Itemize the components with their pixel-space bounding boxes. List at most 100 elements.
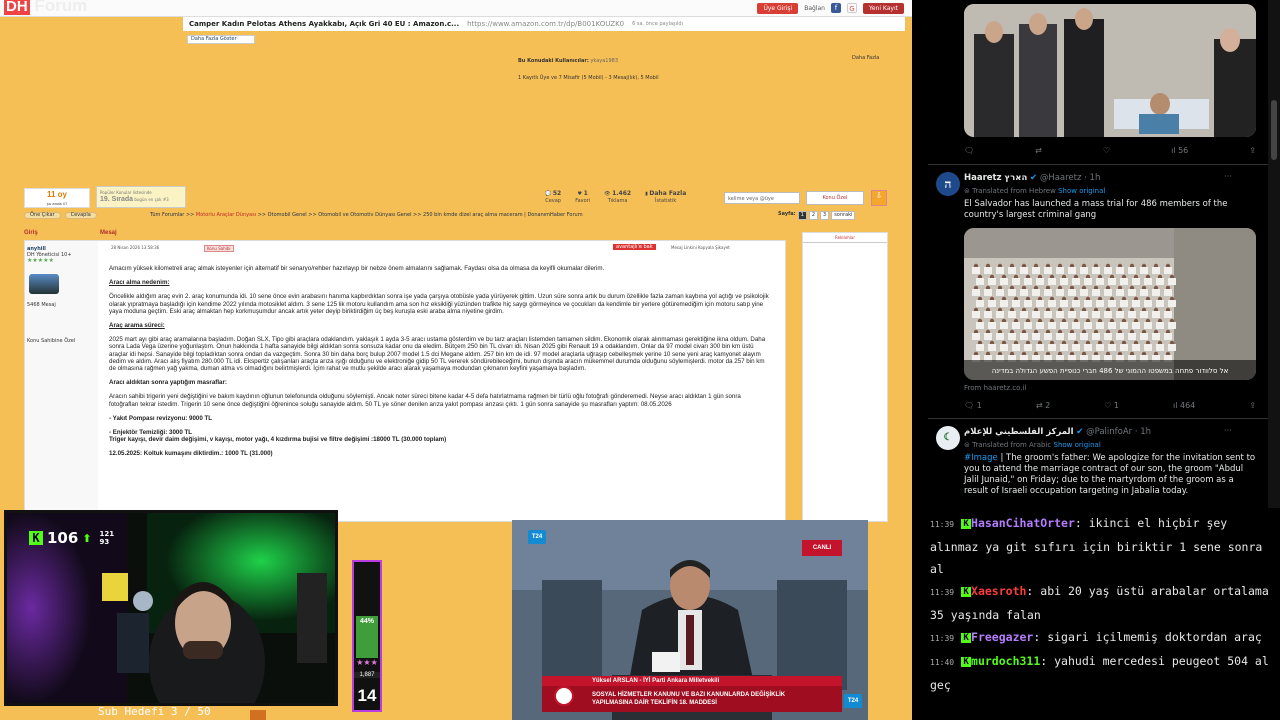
- inmate-figure: [1068, 267, 1076, 274]
- inmate-figure: [1008, 333, 1016, 340]
- inmate-figure: [1128, 267, 1136, 274]
- facebook-icon[interactable]: f: [830, 3, 841, 13]
- post-links[interactable]: Mesaj Linkini Kopyala Şikayet: [671, 245, 730, 250]
- inmate-figure: [1132, 344, 1140, 351]
- chat-username[interactable]: Xaesroth: [971, 584, 1026, 598]
- like-icon[interactable]: ♡ 1: [1104, 401, 1119, 410]
- show-more-button[interactable]: Daha Fazla Göster: [187, 35, 255, 44]
- retweet-icon[interactable]: ⇄ 2: [1036, 401, 1050, 410]
- breadcrumb-category[interactable]: Motorlu Araçlar Dünyası: [196, 212, 256, 218]
- tv-caption: SOSYAL HİZMETLER KANUNU VE BAZI KANUNLAR…: [542, 686, 842, 712]
- page-1[interactable]: 1: [797, 211, 807, 220]
- twitter-feed: 🗨 ⇄ ♡ ıl 56 ⇪ ה Haaretz הארץ ✔ @Haaretz …: [928, 0, 1268, 508]
- inmate-figure: [1084, 300, 1092, 307]
- page-2[interactable]: 2: [808, 211, 819, 220]
- login-button[interactable]: Üye Girişi: [757, 2, 799, 14]
- topic-search-input[interactable]: kelime veya @üye: [724, 192, 800, 204]
- chat-username[interactable]: Freegazer: [971, 630, 1033, 644]
- vote-box[interactable]: 11 oy şu anda #7: [24, 188, 90, 208]
- inmate-figure: [972, 333, 980, 340]
- follower-stats: 121 93: [99, 530, 115, 546]
- hashtag-link[interactable]: #Image: [964, 453, 998, 463]
- inmate-figure: [1108, 322, 1116, 329]
- inmate-figure: [1140, 289, 1148, 296]
- tweet2-handle[interactable]: @PalinfoAr · 1h: [1086, 427, 1151, 437]
- ad-title[interactable]: Camper Kadın Pelotas Athens Ayakkabı, Aç…: [189, 20, 459, 28]
- goal-stars: ★★★: [356, 658, 378, 667]
- more-link[interactable]: Daha Fazla: [852, 55, 879, 61]
- views-icon[interactable]: ıl 464: [1173, 401, 1195, 410]
- avantaj-button[interactable]: avantajlı'e bak: [613, 244, 656, 250]
- show-original-link[interactable]: Show original: [1058, 187, 1105, 195]
- inmate-figure: [1036, 344, 1044, 351]
- tweet1-name[interactable]: Haaretz הארץ: [964, 173, 1027, 183]
- rank-title: Popüler Konular listesinde: [100, 190, 152, 195]
- inmate-figure: [1120, 344, 1128, 351]
- forum-logo[interactable]: DH Forum: [4, 0, 124, 18]
- tweet1-actions: 🗨 1 ⇄ 2 ♡ 1 ıl 464 ⇪: [964, 401, 1256, 410]
- inmate-figure: [1024, 344, 1032, 351]
- inmate-figure: [996, 267, 1004, 274]
- download-icon[interactable]: ⇩: [871, 190, 887, 206]
- more-icon[interactable]: ···: [1224, 426, 1232, 435]
- palinfo-avatar[interactable]: ☾: [936, 426, 960, 450]
- user-messages: 5468 Mesaj: [27, 302, 56, 308]
- inmate-figure: [976, 300, 984, 307]
- retweet-icon[interactable]: ⇄: [1035, 146, 1042, 155]
- google-icon[interactable]: G: [846, 3, 857, 13]
- verified-icon: ✔: [1076, 427, 1084, 437]
- inmate-figure: [1068, 333, 1076, 340]
- post-paragraph: 12.05.2025: Koltuk kumaşını diktirdim.: …: [109, 450, 273, 458]
- share-icon[interactable]: ⇪: [1249, 146, 1256, 155]
- inmate-figure: [1108, 300, 1116, 307]
- breadcrumb-all[interactable]: Tüm Forumlar >>: [150, 212, 194, 218]
- tweet1-photo[interactable]: אל סלוודור פתחה במשפטו ההמוני של 486 חבר…: [964, 228, 1256, 380]
- tbmm-live-logo: CANLI: [802, 540, 842, 556]
- haaretz-avatar[interactable]: ה: [936, 172, 960, 196]
- topbar-actions: Üye Girişi Bağlan f G Yeni Kayıt: [757, 1, 904, 15]
- reply-icon[interactable]: 🗨: [964, 146, 974, 155]
- inmate-figure: [1108, 344, 1116, 351]
- twitter-scrollbar[interactable]: [1268, 0, 1280, 508]
- new-register-button[interactable]: Yeni Kayıt: [862, 2, 904, 14]
- inmate-figure: [1116, 311, 1124, 318]
- readers-user[interactable]: ykaya1983: [590, 58, 618, 64]
- inmate-figure: [1000, 300, 1008, 307]
- inmate-figure: [1152, 333, 1160, 340]
- page-3[interactable]: 3: [820, 211, 830, 220]
- show-original-link[interactable]: Show original: [1054, 441, 1101, 449]
- chat-username[interactable]: murdoch311: [971, 654, 1040, 668]
- views-icon[interactable]: ıl 56: [1171, 146, 1188, 155]
- inmate-figure: [984, 333, 992, 340]
- highlight-button[interactable]: Öne Çıkar: [24, 212, 61, 219]
- tweet0-photo[interactable]: [964, 4, 1256, 137]
- tweet2-name[interactable]: المركز الفلسطيني للإعلام: [964, 427, 1074, 437]
- inmate-figure: [1140, 333, 1148, 340]
- ad-url: https://www.amazon.com.tr/dp/B001KOUZK0: [467, 20, 625, 28]
- share-icon[interactable]: ⇪: [1249, 401, 1256, 410]
- breadcrumb-rest[interactable]: >> Otomobil Genel >> Otomobil ve Otomoti…: [258, 212, 583, 218]
- inmate-figure: [1092, 333, 1100, 340]
- stat-more[interactable]: ▮ Daha Fazla İstatistik: [645, 190, 686, 205]
- inmate-figure: [1024, 322, 1032, 329]
- tweet1-handle[interactable]: @Haaretz · 1h: [1040, 173, 1101, 183]
- post-paragraph: Aracı aldıktan sonra yaptığım masraflar:: [109, 379, 227, 387]
- more-icon[interactable]: ···: [1224, 172, 1232, 181]
- stream-chat: 11:39 K HasanCihatOrter: ikinci el hiçbir…: [922, 512, 1280, 720]
- tweet1-source[interactable]: From haaretz.co.il: [964, 384, 1026, 392]
- ad-banner[interactable]: Camper Kadın Pelotas Athens Ayakkabı, Aç…: [183, 17, 905, 31]
- user-stars: ★★★★★: [27, 257, 54, 264]
- reply-icon[interactable]: 🗨 1: [964, 401, 982, 410]
- reply-button[interactable]: Cevapla: [64, 212, 97, 219]
- konu-ozel-button[interactable]: Konu Özel: [806, 191, 864, 205]
- page-next[interactable]: sonraki: [831, 211, 856, 220]
- inmate-figure: [1000, 344, 1008, 351]
- like-icon[interactable]: ♡: [1103, 146, 1110, 155]
- inmate-figure: [1128, 333, 1136, 340]
- col-message: Mesaj: [100, 230, 117, 236]
- chat-username[interactable]: HasanCihatOrter: [971, 516, 1075, 530]
- inmate-figure: [1144, 344, 1152, 351]
- stat-favorites[interactable]: ♥ 1 Favori: [575, 190, 590, 205]
- kick-badge-icon: K: [961, 657, 972, 667]
- user-avatar[interactable]: [29, 274, 59, 294]
